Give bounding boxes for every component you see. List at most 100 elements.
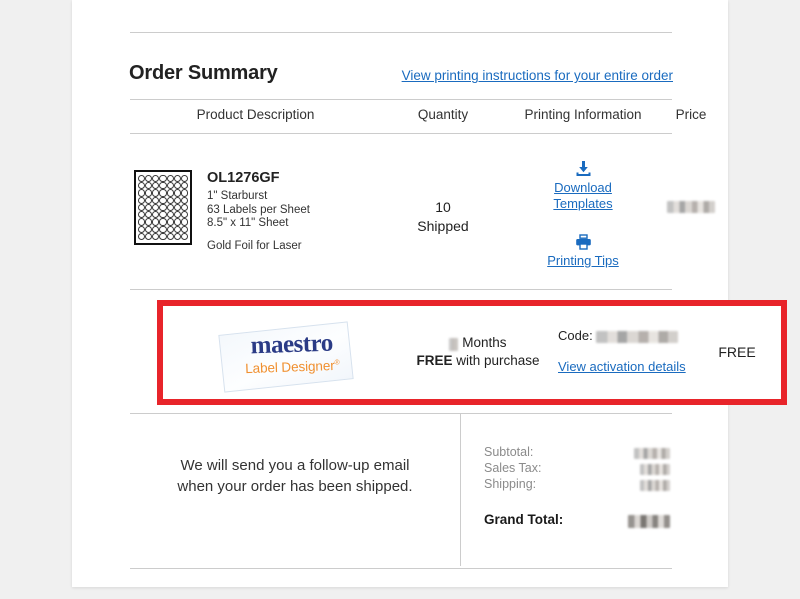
quantity-status: Shipped (417, 218, 469, 234)
download-templates-block[interactable]: Download Templates (497, 160, 669, 212)
printing-instructions-link[interactable]: View printing instructions for your enti… (402, 68, 673, 83)
shipping-value-redacted (640, 480, 670, 492)
label-cell (173, 225, 181, 233)
label-cell (138, 232, 146, 240)
product-details: OL1276GF 1" Starburst 63 Labels per Shee… (207, 170, 397, 253)
label-cell (159, 175, 167, 183)
printing-information-cell: Download Templates Printing Tips (497, 160, 669, 269)
label-sheet-thumbnail (134, 170, 192, 245)
label-cell (166, 225, 174, 233)
label-cell (166, 196, 174, 204)
label-cell (159, 225, 167, 233)
printing-tips-block[interactable]: Printing Tips (497, 234, 669, 269)
label-cell (138, 203, 146, 212)
label-cell (159, 196, 167, 204)
divider-under-column-headers (130, 133, 672, 134)
totals-row-grand-total: Grand Total: (484, 512, 674, 530)
label-cell (138, 218, 146, 226)
logo-sub-text: Label Designer (244, 358, 335, 377)
product-price-redacted (667, 200, 715, 213)
label-cell (173, 175, 181, 183)
maestro-months-value-redacted (449, 337, 459, 351)
label-cell (138, 175, 146, 183)
label-cell (180, 196, 188, 204)
maestro-label-designer-logo: maestro Label Designer® (215, 320, 360, 393)
label-cell (173, 182, 181, 190)
label-cell (173, 232, 181, 240)
label-cell (138, 189, 146, 197)
label-cell (159, 211, 167, 219)
product-sheet-size: 8.5" x 11" Sheet (207, 217, 289, 229)
registered-mark: ® (334, 359, 340, 367)
product-material: Gold Foil for Laser (207, 239, 302, 252)
label-cell (166, 232, 174, 240)
maestro-row-highlight-box: maestro Label Designer® Months FREE with… (157, 300, 787, 405)
label-cell (166, 189, 174, 197)
label-cell (173, 218, 181, 226)
followup-message-line1: We will send you a follow-up email (180, 457, 410, 474)
grand-total-value-redacted (628, 514, 670, 528)
label-cell (159, 218, 167, 226)
order-totals: Subtotal: Sales Tax: Shipping: Grand Tot… (484, 445, 674, 530)
followup-email-message: We will send you a follow-up email when … (130, 455, 460, 497)
label-cell (152, 225, 160, 233)
label-cell (145, 175, 153, 183)
label-cell (180, 218, 188, 226)
column-header-quantity: Quantity (417, 107, 469, 122)
label-cell (138, 182, 146, 190)
label-cell (145, 203, 153, 212)
download-icon (576, 161, 590, 176)
maestro-free-line: FREE with purchase (398, 352, 558, 370)
label-cell (166, 218, 174, 226)
divider-above-maestro-row (130, 289, 672, 290)
label-cell (138, 196, 146, 204)
label-cell (152, 189, 160, 197)
printer-icon (575, 234, 591, 250)
quantity-count: 10 (435, 199, 451, 215)
product-labels-per-sheet: 63 Labels per Sheet (207, 203, 310, 216)
label-cell (152, 203, 160, 212)
label-cell (152, 232, 160, 240)
label-cell (152, 218, 160, 226)
divider-top (130, 32, 672, 33)
product-sku: OL1276GF (207, 170, 280, 186)
label-cell (173, 211, 181, 219)
download-templates-link-line2[interactable]: Templates (497, 196, 669, 212)
label-cell (145, 211, 153, 219)
maestro-code-label: Code: (558, 328, 593, 343)
label-cell (152, 175, 160, 183)
label-cell (173, 189, 181, 197)
label-cell (159, 203, 167, 212)
label-cell (166, 203, 174, 212)
column-header-product-description: Product Description (196, 107, 315, 122)
maestro-months-label: Months (462, 335, 507, 350)
label-cell (138, 211, 146, 219)
label-cell (152, 211, 160, 219)
label-cell (145, 225, 153, 233)
label-cell (159, 182, 167, 190)
order-confirmation-panel: Order Summary View printing instructions… (72, 0, 787, 587)
product-size: 1" Starburst (207, 190, 268, 202)
maestro-months-line: Months (398, 334, 558, 352)
product-price-cell (660, 198, 722, 216)
label-cell (145, 189, 153, 197)
order-summary-header: Order Summary View printing instructions… (129, 62, 673, 90)
label-cell (173, 196, 181, 204)
printing-tips-link[interactable]: Printing Tips (497, 253, 669, 269)
label-cell (180, 189, 188, 197)
maestro-free-rest: with purchase (452, 353, 540, 368)
label-sheet-grid (138, 175, 188, 240)
view-activation-details-link[interactable]: View activation details (558, 359, 686, 374)
sales-tax-value-redacted (640, 464, 670, 476)
sales-tax-label: Sales Tax: (484, 461, 542, 475)
download-templates-link-line1[interactable]: Download (497, 180, 669, 196)
label-cell (180, 203, 188, 212)
label-cell (166, 175, 174, 183)
label-cell (180, 232, 188, 240)
logo-text: maestro Label Designer® (228, 330, 355, 378)
label-cell (180, 225, 188, 233)
label-cell (166, 182, 174, 190)
page-title: Order Summary (129, 62, 278, 84)
maestro-code-value-redacted (596, 330, 679, 343)
label-cell (152, 196, 160, 204)
